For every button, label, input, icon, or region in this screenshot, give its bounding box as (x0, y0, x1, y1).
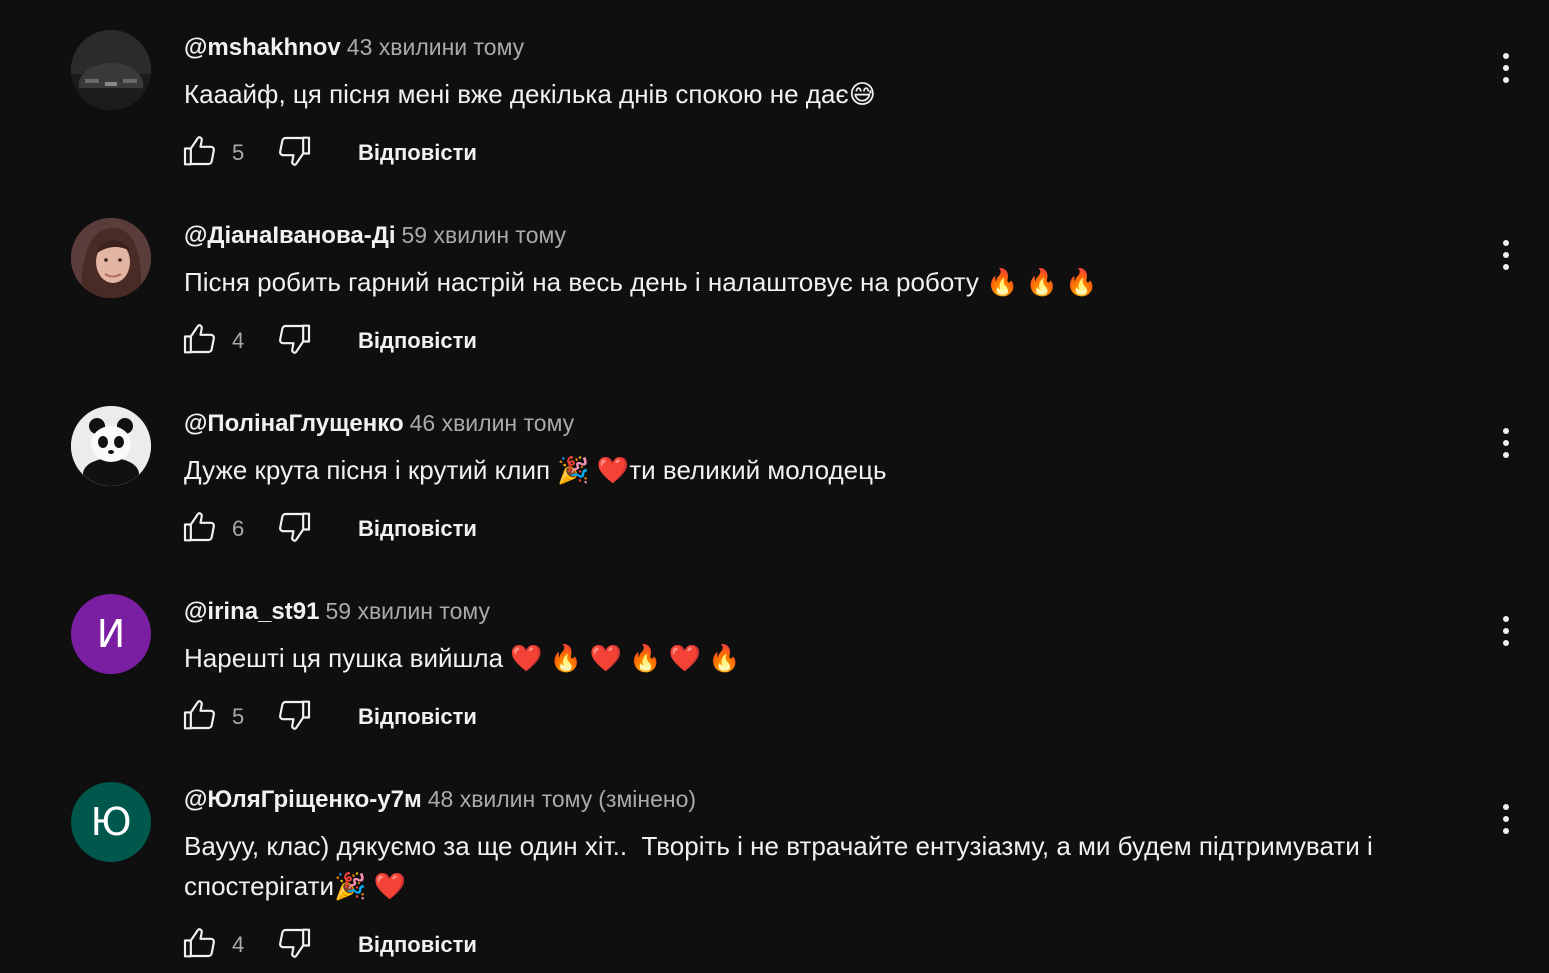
thumb-up-icon (180, 131, 220, 176)
comment-menu-button[interactable] (1488, 421, 1524, 469)
thumb-down-icon (274, 923, 314, 968)
published-time[interactable]: 59 хвилин тому (402, 222, 567, 248)
thumb-down-icon (274, 507, 314, 552)
dislike-button[interactable] (272, 695, 316, 739)
comment-text: Ваууу, клас) дякуємо за ще один хіт.. Тв… (184, 831, 1380, 901)
like-count: 5 (232, 140, 245, 165)
action-toolbar: 5 Відповісти (178, 695, 477, 739)
avatar[interactable] (71, 30, 151, 110)
comment-header: @ДіанаІванова-Ді 59 хвилин тому (184, 220, 566, 254)
comment-header: @ЮляГріщенко-у7м 48 хвилин тому (змінено) (184, 784, 696, 818)
reply-button[interactable]: Відповісти (358, 932, 477, 958)
published-time[interactable]: 43 хвилини тому (347, 34, 524, 60)
comment-text: Кааайф, ця пісня мені вже декілька днів … (184, 79, 876, 109)
like-button[interactable] (178, 131, 222, 175)
thumb-up-icon (180, 923, 220, 968)
thumb-up-icon (180, 319, 220, 364)
author-name[interactable]: @ДіанаІванова-Ді (184, 222, 396, 249)
action-toolbar: 4 Відповісти (178, 319, 477, 363)
published-time[interactable]: 59 хвилин тому (325, 598, 490, 624)
comment-header: @mshakhnov 43 хвилини тому (184, 32, 524, 66)
dislike-button[interactable] (272, 507, 316, 551)
dislike-button[interactable] (272, 319, 316, 363)
action-toolbar: 6 Відповісти (178, 507, 477, 551)
like-count: 4 (232, 932, 245, 957)
like-button[interactable] (178, 695, 222, 739)
reply-button[interactable]: Відповісти (358, 140, 477, 166)
action-toolbar: 5 Відповісти (178, 131, 477, 175)
comment-menu-button[interactable] (1488, 46, 1524, 94)
like-button[interactable] (178, 507, 222, 551)
more-vert-icon (1500, 426, 1512, 465)
comment-menu-button[interactable] (1488, 233, 1524, 281)
thumb-up-icon (180, 507, 220, 552)
like-count: 6 (232, 516, 245, 541)
comments-list: @mshakhnov 43 хвилини тому Кааайф, ця піс… (0, 0, 1549, 973)
reply-button[interactable]: Відповісти (358, 704, 477, 730)
like-button[interactable] (178, 923, 222, 967)
comment-header: @ПолінаГлущенко 46 хвилин тому (184, 408, 574, 442)
avatar[interactable]: И (71, 594, 151, 674)
like-count: 5 (232, 704, 245, 729)
like-count: 4 (232, 328, 245, 353)
edited-badge: (змінено) (598, 786, 697, 812)
avatar[interactable]: Ю (71, 782, 151, 862)
more-vert-icon (1500, 614, 1512, 653)
more-vert-icon (1500, 238, 1512, 277)
comment-text: Нарешті ця пушка вийшла ❤️ 🔥 ❤️ 🔥 ❤️ 🔥 (184, 643, 741, 673)
action-toolbar: 4 Відповісти (178, 923, 477, 967)
like-button[interactable] (178, 319, 222, 363)
comment-text: Пісня робить гарний настрій на весь день… (184, 267, 1098, 297)
comment-menu-button[interactable] (1488, 609, 1524, 657)
author-name[interactable]: @ЮляГріщенко-у7м (184, 786, 422, 813)
more-vert-icon (1500, 802, 1512, 841)
dislike-button[interactable] (272, 923, 316, 967)
comment-header: @irina_st91 59 хвилин тому (184, 596, 490, 630)
author-name[interactable]: @ПолінаГлущенко (184, 410, 404, 437)
published-time[interactable]: 46 хвилин тому (410, 410, 575, 436)
reply-button[interactable]: Відповісти (358, 328, 477, 354)
more-vert-icon (1500, 51, 1512, 90)
comment-menu-button[interactable] (1488, 797, 1524, 845)
dislike-button[interactable] (272, 131, 316, 175)
thumb-down-icon (274, 319, 314, 364)
reply-button[interactable]: Відповісти (358, 516, 477, 542)
thumb-up-icon (180, 695, 220, 740)
avatar[interactable] (71, 406, 151, 486)
thumb-down-icon (274, 131, 314, 176)
published-time[interactable]: 48 хвилин тому (428, 786, 593, 812)
avatar[interactable] (71, 218, 151, 298)
author-name[interactable]: @irina_st91 (184, 598, 319, 625)
thumb-down-icon (274, 695, 314, 740)
author-name[interactable]: @mshakhnov (184, 34, 341, 61)
comment-text: Дуже крута пісня і крутий клип 🎉 ❤️ти ве… (184, 455, 887, 485)
